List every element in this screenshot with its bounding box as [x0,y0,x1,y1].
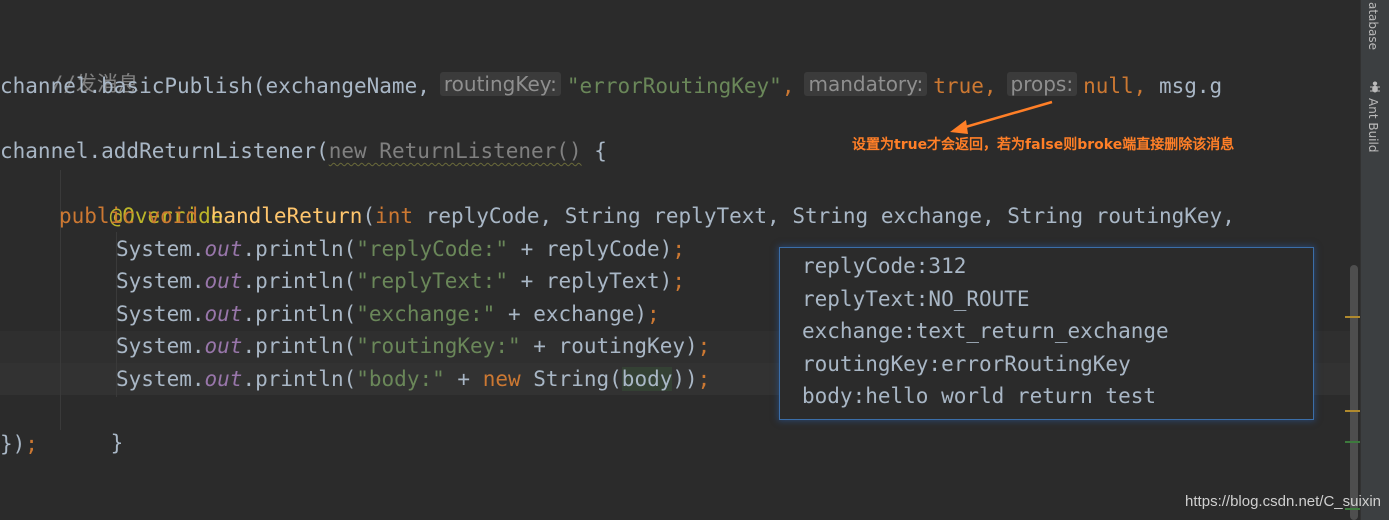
println-call: .println( [242,237,357,261]
open-paren: ( [362,204,376,228]
listener-call: channel.addReturnListener( [0,139,329,163]
out-field: out [204,269,243,293]
system-class: System. [116,302,205,326]
param-hint-mandatory: mandatory: [804,72,928,96]
system-class: System. [116,237,205,261]
props-value: null [1083,74,1134,98]
right-tool-window-bar: atabase Ant Build [1360,0,1389,520]
param-hint-routing-key: routingKey: [439,72,561,96]
println-args: + replyCode) [507,237,673,261]
msg-argument: msg.g [1146,74,1223,98]
code-line-println[interactable]: System.out.println("exchange:" + exchang… [116,298,660,330]
output-line: routingKey:errorRoutingKey [802,351,1131,376]
semicolon: ; [25,432,38,456]
out-field: out [204,237,243,261]
out-field: out [204,302,243,326]
out-field: out [204,334,243,358]
mandatory-value: true [933,74,984,98]
code-line-println[interactable]: System.out.println("replyText:" + replyT… [116,265,685,297]
scroll-marker-warning[interactable] [1345,410,1360,412]
string-literal: "replyCode:" [356,237,508,261]
open-brace: { [581,139,607,163]
system-class: System. [116,269,205,293]
output-line: exchange:text_return_exchange [802,319,1169,343]
string-constructor: String( [520,367,622,391]
new-keyword: new [482,367,521,391]
string-literal: "routingKey:" [356,334,521,358]
scroll-marker-warning[interactable] [1345,316,1360,318]
close-parens: )) [672,367,698,391]
string-literal: "exchange:" [356,302,496,326]
println-args: + routingKey) [520,334,698,358]
method-name: handleReturn [210,204,363,228]
console-output-panel: replyCode:312 replyText:NO_ROUTE exchang… [779,247,1314,420]
close-brace: } [110,431,124,455]
scroll-marker-change[interactable] [1345,441,1360,443]
method-modifiers: public void [59,204,211,228]
comma: , [983,74,997,98]
semicolon: ; [672,237,685,261]
comma: , [1133,74,1147,98]
output-line: replyCode:312 [802,254,967,278]
code-line-println[interactable]: System.out.println("replyCode:" + replyC… [116,233,685,265]
sidebar-tab-ant-build[interactable]: Ant Build [1366,98,1380,152]
method-params: replyCode, String replyText, String exch… [413,204,1235,228]
param-hint-props: props: [1006,72,1078,96]
vertical-scrollbar[interactable] [1348,265,1360,520]
code-line-comment[interactable]: //发消息 [0,36,139,96]
println-args: + exchange) [495,302,648,326]
watermark-url: https://blog.csdn.net/C_suixin [1185,493,1381,510]
semicolon: ; [647,302,660,326]
close-brace-paren: }) [0,432,26,456]
scrollbar-thumb[interactable] [1350,265,1358,520]
publish-call: channel.basicPublish(exchangeName, [0,74,430,98]
system-class: System. [116,334,205,358]
semicolon: ; [697,334,711,358]
code-line-close-method[interactable]: } [60,395,124,455]
output-line: body:hello world return test [802,384,1157,408]
println-call: .println( [242,269,357,293]
string-literal: "replyText:" [356,269,508,293]
code-editor[interactable]: //发消息 channel.basicPublish(exchangeName,… [0,0,1360,520]
ant-icon [1370,81,1380,93]
code-line-println[interactable]: System.out.println("routingKey:" + routi… [116,330,710,362]
output-line: replyText:NO_ROUTE [802,286,1030,311]
comma: , [781,74,795,98]
type-int: int [375,204,414,228]
println-args: + replyText) [507,269,673,293]
println-call: .println( [242,302,357,326]
semicolon: ; [672,269,685,293]
plus-operator: + [444,367,483,391]
println-call: .println( [242,367,357,391]
routing-key-literal: "errorRoutingKey" [566,74,782,98]
code-line-close-listener[interactable]: }); [0,428,38,460]
code-line-override[interactable]: @Override [59,168,224,228]
code-line-add-return-listener[interactable]: channel.addReturnListener(new ReturnList… [0,135,607,167]
string-literal: "body:" [356,367,445,391]
system-class: System. [116,367,205,391]
code-line-method-signature[interactable]: public void handleReturn(int replyCode, … [59,200,1235,232]
println-call: .println( [242,334,357,358]
code-line-println-body[interactable]: System.out.println("body:" + new String(… [116,363,710,395]
body-argument: body [621,367,673,391]
annotation-note: 设置为true才会返回，若为false则broke端直接删除该消息 [852,137,1235,153]
out-field: out [204,367,243,391]
semicolon: ; [697,367,711,391]
sidebar-tab-database[interactable]: atabase [1366,2,1380,50]
anonymous-class: new ReturnListener() [328,139,582,163]
